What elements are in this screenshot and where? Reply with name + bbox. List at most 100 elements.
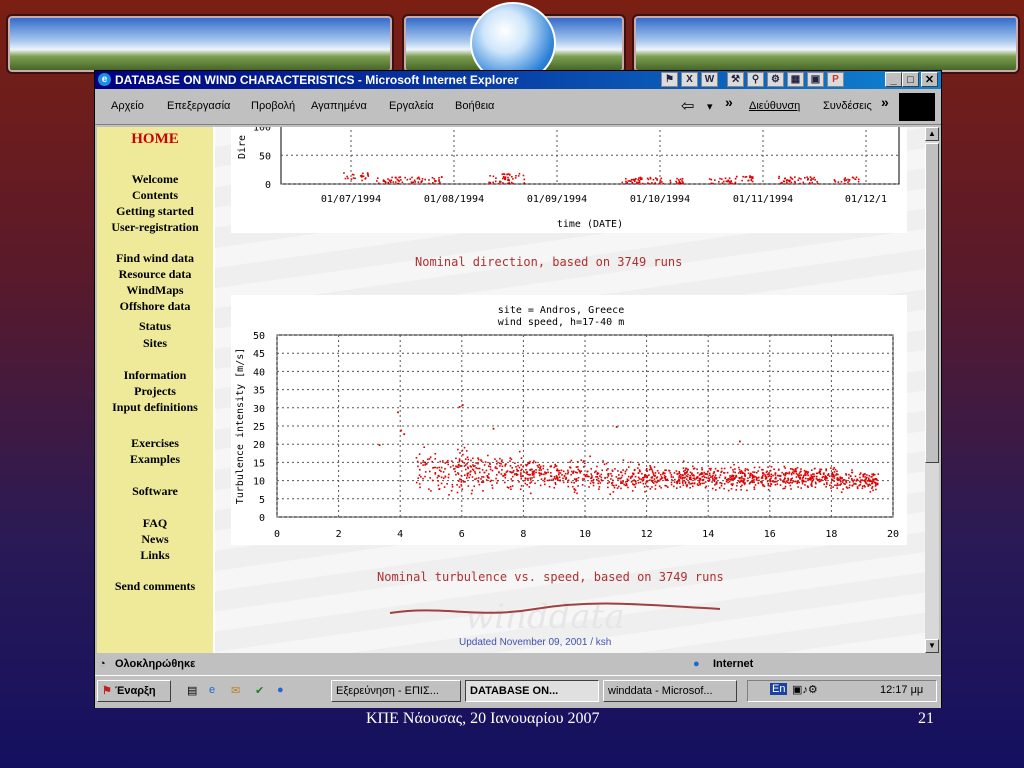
turbulence-point bbox=[874, 477, 877, 480]
nav-exercises[interactable]: Exercises bbox=[97, 436, 213, 451]
turbulence-point bbox=[563, 474, 566, 477]
nav-offshore-data[interactable]: Offshore data bbox=[97, 299, 213, 314]
nav-examples[interactable]: Examples bbox=[97, 452, 213, 467]
task-word[interactable]: winddata - Microsof... bbox=[603, 680, 737, 702]
menu-favorites[interactable]: Αγαπημένα bbox=[311, 100, 367, 112]
menu-view[interactable]: Προβολή bbox=[251, 100, 295, 112]
quicklaunch-desktop-icon[interactable]: ▤ bbox=[187, 684, 197, 697]
nav-input-definitions[interactable]: Input definitions bbox=[97, 400, 213, 415]
menu-help[interactable]: Βοήθεια bbox=[455, 100, 494, 112]
scroll-up-button[interactable]: ▲ bbox=[925, 127, 939, 141]
quicklaunch-outlook-icon[interactable]: ✉ bbox=[231, 684, 240, 697]
direction-point bbox=[797, 179, 800, 181]
direction-point bbox=[387, 178, 389, 180]
direction-point bbox=[727, 179, 729, 182]
nav-resource-data[interactable]: Resource data bbox=[97, 267, 213, 282]
menu-file[interactable]: Αρχείο bbox=[111, 100, 144, 112]
start-button[interactable]: ⚑ Έναρξη bbox=[97, 680, 171, 702]
clock[interactable]: 12:17 μμ bbox=[880, 684, 923, 696]
turbulence-point bbox=[463, 474, 466, 477]
direction-point bbox=[720, 178, 723, 180]
nav-getting-started[interactable]: Getting started bbox=[97, 204, 213, 219]
nav-projects[interactable]: Projects bbox=[97, 384, 213, 399]
quicklaunch-web-icon[interactable]: ● bbox=[277, 684, 284, 696]
turbulence-point bbox=[457, 466, 460, 468]
turbulence-point bbox=[638, 469, 641, 471]
nav-sites[interactable]: Sites bbox=[97, 336, 213, 351]
turbulence-point bbox=[440, 476, 443, 479]
menu-edit[interactable]: Επεξεργασία bbox=[167, 100, 230, 112]
direction-point bbox=[729, 182, 732, 185]
turbulence-point bbox=[598, 486, 601, 488]
turbulence-point bbox=[521, 468, 523, 471]
turbulence-point bbox=[521, 475, 524, 477]
address-label[interactable]: Διεύθυνση bbox=[749, 100, 800, 112]
nav-windmaps[interactable]: WindMaps bbox=[97, 283, 213, 298]
vertical-scrollbar[interactable]: ▲ ▼ bbox=[925, 127, 939, 653]
quicklaunch-check-icon[interactable]: ✔ bbox=[255, 684, 264, 697]
nav-welcome[interactable]: Welcome bbox=[97, 172, 213, 187]
turbulence-point bbox=[629, 477, 632, 480]
calculator-icon[interactable]: ▦ bbox=[787, 72, 804, 87]
turbulence-point bbox=[463, 446, 466, 449]
turbulence-point bbox=[529, 469, 532, 471]
back-dropdown-icon[interactable]: ▾ bbox=[707, 100, 713, 113]
nav-news[interactable]: News bbox=[97, 532, 213, 547]
turbulence-point bbox=[601, 469, 604, 472]
nav-send-comments[interactable]: Send comments bbox=[97, 579, 213, 594]
turbulence-point bbox=[461, 488, 464, 490]
excel-icon[interactable]: X bbox=[681, 72, 698, 87]
turbulence-point bbox=[863, 484, 866, 487]
direction-point bbox=[417, 181, 420, 183]
nav-links[interactable]: Links bbox=[97, 548, 213, 563]
task-explorer[interactable]: Εξερεύνηση - ΕΠΙΣ... bbox=[331, 680, 461, 702]
search-icon[interactable]: ⚲ bbox=[747, 72, 764, 87]
scroll-down-button[interactable]: ▼ bbox=[925, 639, 939, 653]
menu-tools[interactable]: Εργαλεία bbox=[389, 100, 434, 112]
direction-point bbox=[714, 179, 716, 181]
nav-information[interactable]: Information bbox=[97, 368, 213, 383]
back-arrow-icon[interactable]: ⇦ bbox=[681, 96, 694, 116]
links-label[interactable]: Συνδέσεις bbox=[823, 100, 872, 112]
direction-point bbox=[638, 177, 640, 179]
direction-point bbox=[681, 177, 684, 180]
turbulence-point bbox=[871, 487, 873, 490]
turbulence-point bbox=[684, 481, 687, 483]
turbulence-point bbox=[671, 479, 673, 481]
nav-status[interactable]: Status bbox=[97, 319, 213, 334]
flag-icon[interactable]: ⚑ bbox=[661, 72, 678, 87]
turbulence-point bbox=[515, 465, 517, 468]
quicklaunch-ie-icon[interactable]: e bbox=[209, 684, 215, 696]
powerpoint-icon[interactable]: P bbox=[827, 72, 844, 87]
direction-point bbox=[512, 178, 514, 180]
turbulence-point bbox=[736, 484, 738, 487]
nav-software[interactable]: Software bbox=[97, 484, 213, 499]
settings-icon[interactable]: ⚙ bbox=[767, 72, 784, 87]
turbulence-point bbox=[762, 468, 764, 471]
nav-contents[interactable]: Contents bbox=[97, 188, 213, 203]
nav-find-wind-data[interactable]: Find wind data bbox=[97, 251, 213, 266]
scroll-thumb[interactable] bbox=[925, 143, 939, 463]
maximize-button[interactable]: □ bbox=[902, 72, 919, 87]
direction-point bbox=[366, 172, 369, 174]
monitor-icon[interactable]: ▣ bbox=[807, 72, 824, 87]
links-chevron-icon[interactable]: » bbox=[881, 94, 889, 110]
turbulence-point bbox=[624, 484, 627, 487]
menu-bar: Αρχείο Επεξεργασία Προβολή Αγαπημένα Εργ… bbox=[95, 90, 941, 125]
nav-faq[interactable]: FAQ bbox=[97, 516, 213, 531]
turbulence-point bbox=[617, 474, 620, 476]
task-database[interactable]: DATABASE ON... bbox=[465, 680, 599, 702]
turbulence-point bbox=[583, 466, 585, 468]
nav-user-registration[interactable]: User-registration bbox=[97, 220, 213, 235]
close-button[interactable]: ✕ bbox=[921, 72, 938, 87]
lang-indicator[interactable]: En bbox=[770, 683, 788, 695]
nav-home[interactable]: HOME bbox=[97, 131, 213, 148]
turbulence-point bbox=[682, 460, 685, 463]
minimize-button[interactable]: _ bbox=[885, 72, 902, 87]
turbulence-point bbox=[736, 481, 739, 484]
turbulence-point bbox=[812, 475, 815, 478]
word-icon[interactable]: W bbox=[701, 72, 718, 87]
toolbar-chevron-icon[interactable]: » bbox=[725, 94, 733, 110]
tool-icon[interactable]: ⚒ bbox=[727, 72, 744, 87]
turbulence-point bbox=[460, 474, 463, 477]
